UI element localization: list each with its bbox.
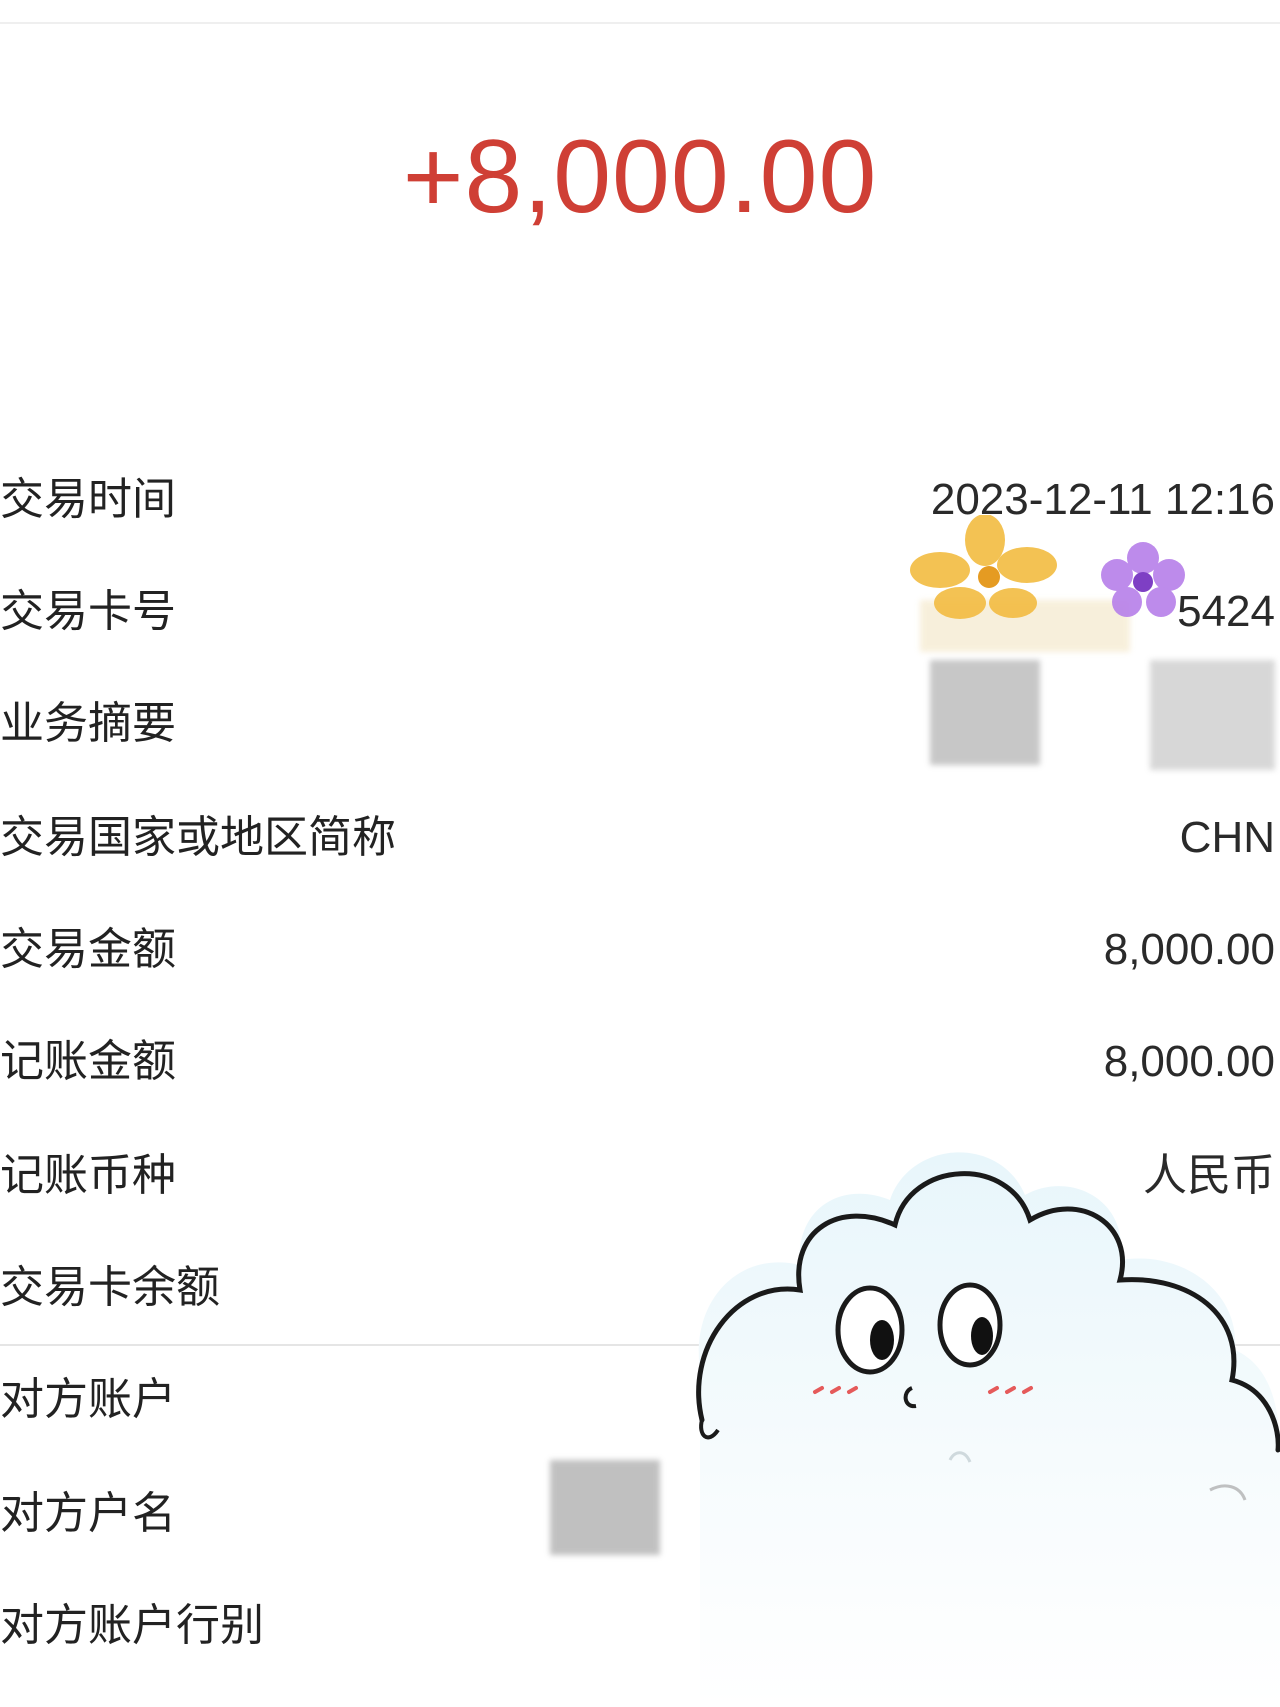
row-label: 交易卡号 <box>0 586 176 637</box>
row-label: 记账金额 <box>0 1036 176 1087</box>
transaction-amount: +8,000.00 <box>402 119 878 235</box>
row-label: 交易国家或地区简称 <box>0 812 396 863</box>
row-label: 交易时间 <box>0 474 176 525</box>
purple-flower-sticker <box>1101 542 1185 617</box>
row-label: 交易金额 <box>0 924 176 975</box>
row-value: 8,000.00 <box>1103 1037 1275 1086</box>
detail-row-transaction-time: 交易时间 2023-12-11 12:16 <box>0 470 1275 530</box>
row-value: 8,000.00 <box>1103 925 1275 974</box>
cloud-character-sticker <box>696 1152 1280 1707</box>
detail-row-transaction-amount: 交易金额 8,000.00 <box>0 920 1275 980</box>
row-label: 对方账户 <box>0 1374 176 1425</box>
row-value: CHN <box>1179 813 1275 862</box>
detail-row-country-code: 交易国家或地区简称 CHN <box>0 808 1275 868</box>
row-label: 业务摘要 <box>0 698 176 749</box>
redaction-smudge <box>550 1460 660 1555</box>
redaction-smudge <box>1150 660 1275 770</box>
row-label: 对方账户行别 <box>0 1600 264 1651</box>
row-value: 5424 <box>1177 587 1275 636</box>
row-label: 对方户名 <box>0 1488 176 1539</box>
row-label: 交易卡余额 <box>0 1262 220 1313</box>
detail-row-booking-amount: 记账金额 8,000.00 <box>0 1032 1275 1092</box>
yellow-flower-sticker <box>910 515 1057 619</box>
redaction-smudge <box>930 660 1040 765</box>
top-divider <box>0 22 1280 24</box>
detail-row-business-summary: 业务摘要 <box>0 694 1275 754</box>
row-label: 记账币种 <box>0 1150 176 1201</box>
